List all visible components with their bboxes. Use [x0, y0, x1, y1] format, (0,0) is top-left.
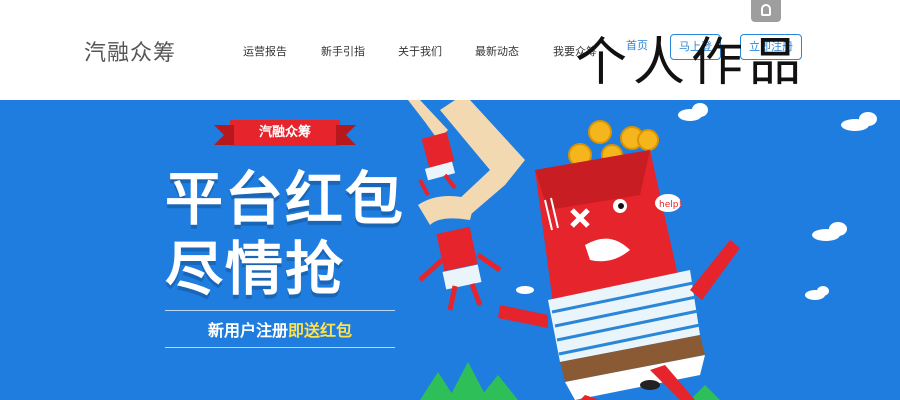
lock-icon [761, 4, 771, 16]
promo-subtitle-white: 新用户注册 [207, 321, 288, 340]
page: 汽融众筹 运营报告 新手引指 关于我们 最新动态 我要众筹 首页 马上登 立即注… [0, 0, 900, 400]
help-bubble-text: help! [659, 200, 682, 210]
big-envelope [498, 150, 740, 400]
banner-illustration: help! [408, 100, 877, 400]
user-icon[interactable] [751, 0, 781, 22]
top-header: 汽融众筹 运营报告 新手引指 关于我们 最新动态 我要众筹 首页 马上登 立即注… [0, 0, 900, 100]
nav-newbie-guide[interactable]: 新手引指 [321, 43, 365, 59]
watermark-text: 个人作品 [575, 33, 808, 93]
promo-banner[interactable]: help! 汽融众筹 平台红包 尽情抢 新用户注册即送红包 [0, 100, 900, 400]
small-envelope-2 [418, 226, 502, 311]
brand-ribbon: 汽融众筹 [214, 120, 356, 146]
headline-line2: 尽情抢 [165, 235, 346, 303]
promo-subtitle-yellow: 即送红包 [288, 321, 353, 340]
promo-subtitle: 新用户注册即送红包 [165, 310, 395, 348]
small-envelope-1 [418, 132, 457, 196]
nav-operation-report[interactable]: 运营报告 [243, 43, 287, 59]
nav-latest-news[interactable]: 最新动态 [475, 43, 519, 59]
site-logo[interactable]: 汽融众筹 [84, 35, 176, 67]
nav-about-us[interactable]: 关于我们 [398, 43, 442, 59]
